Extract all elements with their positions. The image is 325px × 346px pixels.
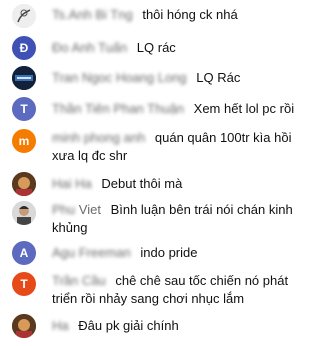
message-text: LQ rác [136, 40, 176, 55]
avatar-letter: T [20, 102, 28, 116]
message-author[interactable]: Ha [52, 318, 69, 333]
message-author[interactable]: Agu Freeman [52, 245, 131, 260]
message-text: Debut thôi mà [101, 176, 183, 191]
user-avatar[interactable]: m [12, 129, 36, 153]
message-text: thôi hóng ck nhá [142, 7, 238, 22]
user-avatar[interactable]: Đ [12, 36, 36, 60]
face-avatar-icon [12, 172, 36, 196]
avatar-letter: T [20, 277, 28, 291]
user-avatar[interactable] [12, 172, 36, 196]
message-author[interactable]: Phu Viet [52, 202, 101, 217]
message-text: indo pride [140, 245, 198, 260]
chat-message: Phu Viet Bình luận bên trái nói chán kin… [0, 201, 325, 237]
avatar-letter: A [19, 246, 29, 260]
message-text: LQ Rác [196, 70, 241, 85]
user-avatar[interactable] [12, 66, 36, 90]
chat-message: Hai Ha Debut thôi mà [0, 172, 325, 196]
chat-message: A Agu Freeman indo pride [0, 241, 325, 265]
chat-message: Ha Đâu pk giải chính [0, 314, 325, 338]
message-author[interactable]: Trần Cầu [52, 273, 106, 288]
chat-message: m minh phong anh quán quân 100tr kìa hồi… [0, 129, 325, 165]
game-avatar-icon [12, 66, 36, 90]
message-author[interactable]: Thần Tiên Phan Thuận [52, 101, 184, 116]
message-author[interactable]: minh phong anh [52, 130, 145, 145]
message-author[interactable]: Đo Anh Tuấn [52, 40, 127, 55]
chat-message: Đ Đo Anh Tuấn LQ rác [0, 36, 325, 60]
user-avatar[interactable]: T [12, 97, 36, 121]
message-author[interactable]: Tran Ngoc Hoang Long [52, 70, 187, 85]
author-visible-part: Viet [78, 202, 101, 217]
chat-message: T Thần Tiên Phan Thuận Xem hết lol pc rồ… [0, 97, 325, 121]
chat-message: T Trần Cầu chê chê sau tốc chiến nó phát… [0, 272, 325, 308]
message-author[interactable]: Ts.Anh Bi Tng [52, 7, 133, 22]
face-avatar-icon [12, 314, 36, 338]
chat-message: Tran Ngoc Hoang Long LQ Rác [0, 66, 325, 90]
user-avatar[interactable]: A [12, 241, 36, 265]
sketch-avatar-icon [12, 4, 36, 28]
chat-message: Ts.Anh Bi Tng thôi hóng ck nhá [0, 4, 325, 28]
avatar-letter: m [18, 134, 30, 148]
user-avatar[interactable] [12, 314, 36, 338]
avatar-letter: Đ [19, 41, 29, 55]
message-text: Đâu pk giải chính [78, 318, 179, 333]
message-author[interactable]: Hai Ha [52, 176, 92, 191]
author-hidden-part: Phu [52, 202, 76, 217]
portrait-avatar-icon [12, 201, 36, 225]
user-avatar[interactable] [12, 201, 36, 225]
live-chat-feed: Ts.Anh Bi Tng thôi hóng ck nhá Đ Đo Anh … [0, 0, 325, 346]
message-text: Xem hết lol pc rồi [193, 101, 295, 116]
user-avatar[interactable] [12, 4, 36, 28]
user-avatar[interactable]: T [12, 272, 36, 296]
